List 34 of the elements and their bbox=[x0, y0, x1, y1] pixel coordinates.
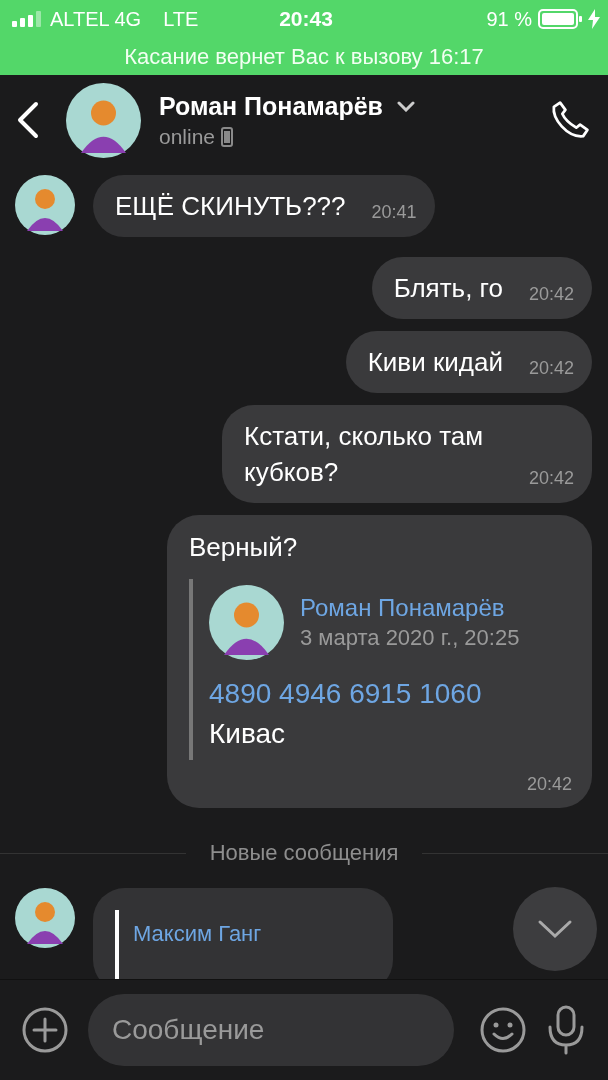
emoji-icon[interactable] bbox=[480, 1007, 526, 1053]
reply-author[interactable]: Максим Ганг bbox=[133, 921, 262, 946]
signal-icon bbox=[12, 11, 42, 27]
contact-name[interactable]: Роман Понамарёв bbox=[159, 91, 383, 121]
message-time: 20:41 bbox=[371, 202, 417, 222]
message-field[interactable]: Сообщение bbox=[88, 994, 454, 1066]
charging-icon bbox=[588, 9, 600, 29]
avatar bbox=[15, 175, 75, 235]
card-number-link[interactable]: 4890 4946 6915 1060 bbox=[209, 674, 572, 714]
phone-device-icon bbox=[221, 126, 234, 147]
message-time: 20:42 bbox=[528, 468, 574, 488]
microphone-icon[interactable] bbox=[546, 1005, 586, 1055]
battery-percent: 91 % bbox=[486, 7, 532, 31]
forward-author[interactable]: Роман Понамарёв bbox=[300, 592, 520, 623]
message-time: 20:42 bbox=[526, 774, 572, 794]
battery-icon bbox=[538, 9, 582, 29]
message-time: 20:42 bbox=[528, 284, 574, 304]
message-text: Верный? bbox=[189, 532, 298, 562]
clock: 20:43 bbox=[279, 7, 333, 31]
carrier-label: ALTEL 4G bbox=[50, 7, 142, 31]
message-text: Блять, го bbox=[393, 273, 503, 303]
message-text: ЕЩЁ СКИНУТЬ??? bbox=[115, 191, 346, 221]
avatar bbox=[15, 888, 75, 948]
online-status: online bbox=[159, 124, 216, 149]
message-text: Киви кидай bbox=[367, 347, 503, 377]
message-time: 20:42 bbox=[528, 358, 574, 378]
forward-text: Кивас bbox=[209, 717, 287, 751]
forward-date: 3 марта 2020 г., 20:25 bbox=[300, 623, 520, 652]
add-icon[interactable] bbox=[22, 1007, 68, 1053]
new-messages-divider: Новые сообщения bbox=[208, 840, 400, 866]
chevron-down-icon[interactable] bbox=[396, 100, 415, 112]
message-text: Кстати, сколько там кубков? bbox=[244, 421, 484, 487]
network-label: LTE bbox=[163, 7, 199, 31]
chevron-down-icon bbox=[537, 919, 573, 939]
